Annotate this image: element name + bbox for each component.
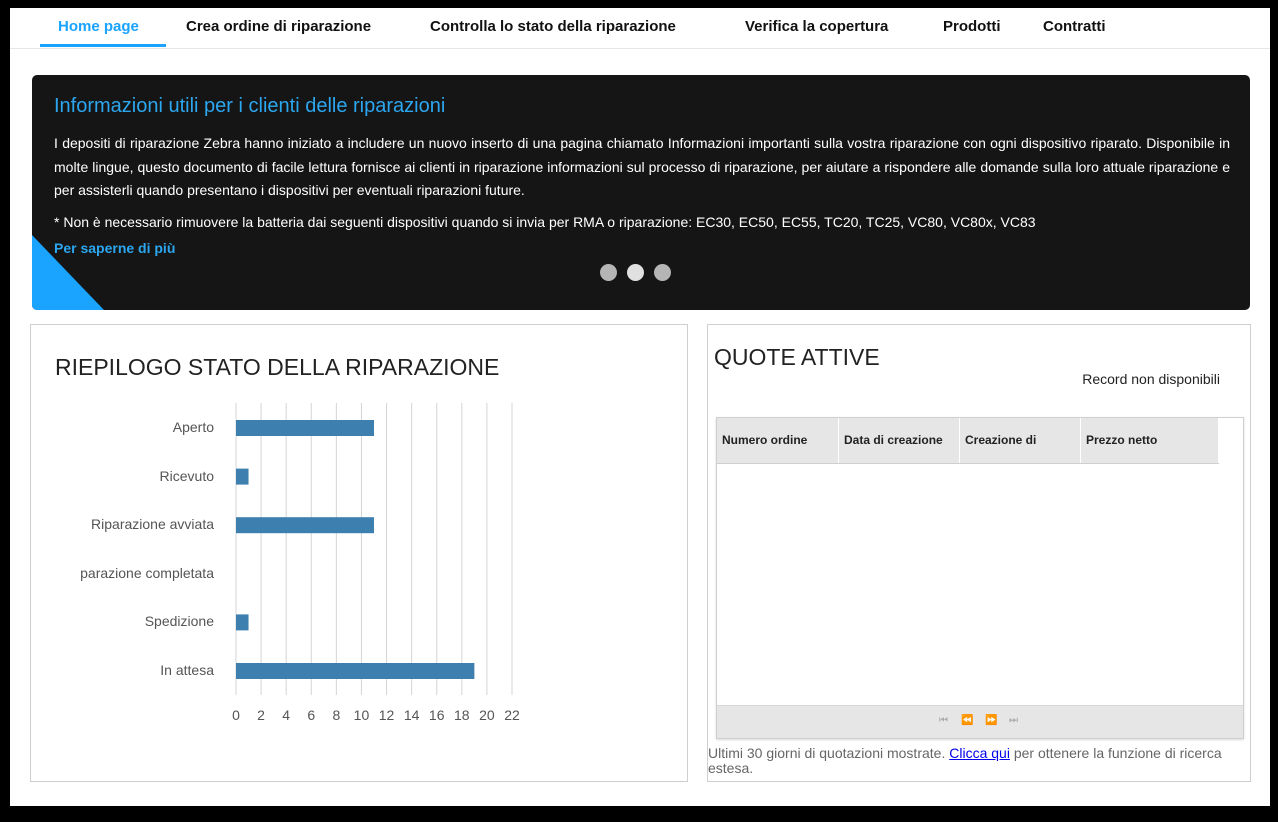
previous-page-icon[interactable]: ⏪ <box>961 715 973 726</box>
column-net-price[interactable]: Prezzo netto <box>1081 418 1219 463</box>
bar-1 <box>236 468 249 485</box>
extended-search-link[interactable]: Clicca qui <box>949 745 1010 761</box>
quotes-footnote: Ultimi 30 giorni di quotazioni mostrate.… <box>708 746 1248 776</box>
nav-home[interactable]: Home page <box>58 18 139 35</box>
quotes-table: Numero ordine Data di creazione Creazion… <box>716 417 1244 739</box>
category-label: Spedizione <box>144 613 214 630</box>
column-created-by[interactable]: Creazione di <box>960 418 1081 463</box>
next-page-icon[interactable]: ⏩ <box>985 715 997 726</box>
page-frame: Home page Crea ordine di riparazione Con… <box>10 8 1270 806</box>
repair-summary-panel: RIEPILOGO STATO DELLA RIPARAZIONE Aperto… <box>30 324 688 782</box>
category-label: Riparazione avviata <box>91 516 214 533</box>
last-page-icon[interactable]: ⏭ <box>1009 715 1018 726</box>
nav-active-indicator <box>40 44 166 47</box>
category-label: Ricevuto <box>159 467 214 484</box>
column-order-number[interactable]: Numero ordine <box>717 418 839 463</box>
carousel-dot-1[interactable] <box>600 264 617 281</box>
category-label: parazione completata <box>80 564 214 581</box>
nav-contracts[interactable]: Contratti <box>1043 18 1106 35</box>
quotes-table-pager: ⏮ ⏪ ⏩ ⏭ <box>717 705 1243 738</box>
carousel-dot-3[interactable] <box>654 264 671 281</box>
top-navigation: Home page Crea ordine di riparazione Con… <box>10 8 1270 49</box>
quotes-table-header: Numero ordine Data di creazione Creazion… <box>717 418 1219 464</box>
bar-2 <box>236 517 374 534</box>
info-banner: Informazioni utili per i clienti delle r… <box>32 75 1250 310</box>
banner-text: I depositi di riparazione Zebra hanno in… <box>54 135 1230 198</box>
nav-create-repair-order[interactable]: Crea ordine di riparazione <box>186 18 371 35</box>
banner-title: Informazioni utili per i clienti delle r… <box>54 95 446 117</box>
no-records-message: Record non disponibili <box>1082 371 1220 387</box>
nav-products[interactable]: Prodotti <box>943 18 1001 35</box>
nav-check-repair-status[interactable]: Controlla lo stato della riparazione <box>430 18 676 35</box>
category-label: In attesa <box>160 662 214 678</box>
tick-label: 22 <box>504 707 520 723</box>
bar-4 <box>236 614 249 631</box>
banner-corner-accent <box>32 235 104 310</box>
footnote-prefix: Ultimi 30 giorni di quotazioni mostrate. <box>708 745 950 761</box>
category-label: Aperto <box>172 419 214 435</box>
active-quotes-panel: QUOTE ATTIVE Record non disponibili Nume… <box>707 324 1251 782</box>
active-quotes-title: QUOTE ATTIVE <box>714 344 880 370</box>
nav-verify-coverage[interactable]: Verifica la copertura <box>745 18 888 35</box>
bar-5 <box>236 663 475 679</box>
carousel-dot-2[interactable] <box>627 264 644 281</box>
bar-0 <box>236 420 374 436</box>
banner-body: I depositi di riparazione Zebra hanno in… <box>54 132 1230 203</box>
column-creation-date[interactable]: Data di creazione <box>839 418 960 463</box>
banner-battery-note: * Non è necessario rimuovere la batteria… <box>54 214 1036 230</box>
first-page-icon[interactable]: ⏮ <box>939 715 948 726</box>
